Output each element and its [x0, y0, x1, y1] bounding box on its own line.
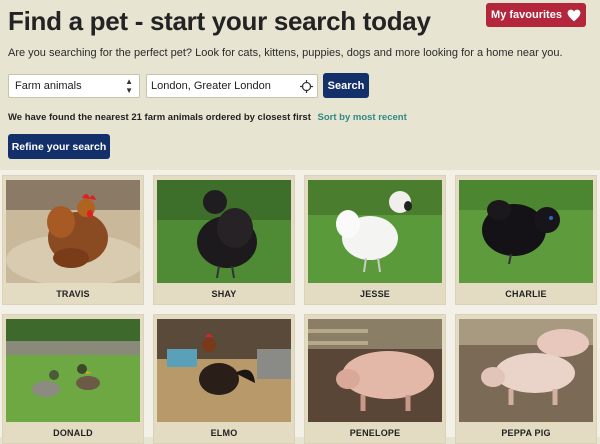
pet-photo[interactable] [308, 319, 442, 422]
pet-card[interactable]: SHAY [153, 175, 295, 305]
pet-photo[interactable] [459, 319, 593, 422]
pet-card[interactable]: PENELOPE [304, 314, 446, 444]
search-button[interactable]: Search [323, 73, 369, 98]
pet-name[interactable]: CHARLIE [456, 289, 596, 299]
pet-photo[interactable] [308, 180, 442, 283]
pet-name[interactable]: TRAVIS [3, 289, 143, 299]
select-arrows-icon: ▲ ▼ [125, 77, 133, 95]
locate-crosshair-icon[interactable] [300, 79, 313, 93]
results-summary-line: We have found the nearest 21 farm animal… [8, 112, 407, 123]
pet-card[interactable]: DONALD [2, 314, 144, 444]
pet-card[interactable]: JESSE [304, 175, 446, 305]
pet-photo[interactable] [459, 180, 593, 283]
pet-photo[interactable] [157, 319, 291, 422]
pet-card[interactable]: TRAVIS [2, 175, 144, 305]
sort-by-recent-link[interactable]: Sort by most recent [318, 112, 407, 123]
intro-text: Are you searching for the perfect pet? L… [8, 47, 563, 59]
location-input-value: London, Greater London [151, 80, 271, 92]
category-select[interactable]: Farm animals ▲ ▼ [8, 74, 140, 98]
my-favourites-label: My favourites [491, 9, 562, 21]
page-title: Find a pet - start your search today [8, 6, 431, 36]
heart-icon [567, 9, 581, 21]
refine-search-button[interactable]: Refine your search [8, 134, 110, 159]
pet-card[interactable]: PEPPA PIG [455, 314, 597, 444]
pet-photo[interactable] [6, 319, 140, 422]
pet-photo[interactable] [157, 180, 291, 283]
results-count-text: We have found the nearest 21 farm animal… [8, 112, 311, 123]
pet-name[interactable]: JESSE [305, 289, 445, 299]
pet-card[interactable]: CHARLIE [455, 175, 597, 305]
category-select-value: Farm animals [15, 80, 82, 92]
my-favourites-button[interactable]: My favourites [486, 3, 586, 27]
pet-card[interactable]: ELMO [153, 314, 295, 444]
pet-name[interactable]: SHAY [154, 289, 294, 299]
pet-photo[interactable] [6, 180, 140, 283]
location-input[interactable]: London, Greater London [146, 74, 318, 98]
